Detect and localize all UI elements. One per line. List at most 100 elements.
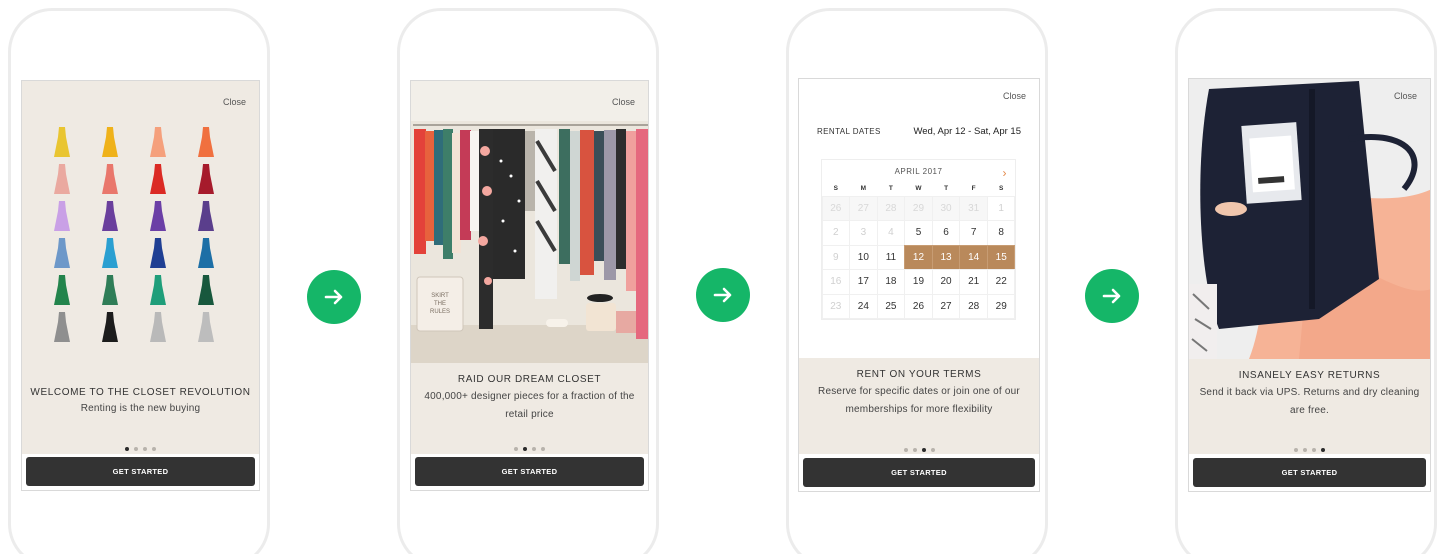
chevron-right-icon[interactable]: ›	[1003, 161, 1008, 185]
arrow-right-icon	[713, 287, 732, 303]
calendar-day: 2	[821, 220, 851, 246]
calendar-day: 29	[904, 195, 933, 221]
calendar-month-header: APRIL 2017 ›	[822, 160, 1015, 182]
page-dot-3[interactable]	[1312, 448, 1316, 452]
calendar-day[interactable]: 20	[931, 269, 961, 295]
phone-frame-1: Close WELCOME TO THE CLOSET REVOLUTION R…	[8, 8, 270, 554]
dress-thumbnail	[54, 127, 70, 157]
rental-dates-value[interactable]: Wed, Apr 12 - Sat, Apr 15	[913, 126, 1021, 137]
weekday-label: M	[860, 185, 867, 192]
calendar-weekday-header: SMTWTFS	[822, 182, 1015, 196]
dress-thumbnail	[54, 201, 70, 231]
page-indicator	[1189, 439, 1430, 457]
dress-thumbnail	[102, 201, 118, 231]
calendar-day[interactable]: 18	[876, 269, 906, 295]
calendar-day[interactable]: 27	[931, 293, 961, 319]
page-dot-2[interactable]	[523, 447, 527, 451]
calendar-day[interactable]: 26	[904, 293, 933, 319]
next-step-arrow-1	[307, 270, 361, 324]
page-indicator	[411, 438, 648, 456]
page-dot-2[interactable]	[134, 447, 138, 451]
dress-thumbnail	[198, 238, 214, 268]
calendar-day: 31	[959, 195, 988, 221]
calendar-day-selected[interactable]: 13	[931, 244, 961, 270]
page-dot-2[interactable]	[1303, 448, 1307, 452]
rental-dates-label: RENTAL DATES	[817, 127, 881, 136]
next-step-arrow-2	[696, 268, 750, 322]
get-started-button[interactable]: GET STARTED	[26, 457, 255, 486]
dress-thumbnail	[54, 275, 70, 305]
dress-thumbnail	[150, 201, 166, 231]
page-dot-4[interactable]	[1321, 448, 1325, 452]
calendar-day: 3	[849, 220, 878, 246]
calendar: APRIL 2017 › SMTWTFS 26 27 28 29 30 31 1 2 3 4 5 6 7…	[821, 159, 1016, 320]
caption-title: INSANELY EASY RETURNS	[1238, 370, 1381, 381]
calendar-day[interactable]: 17	[849, 269, 878, 295]
page-dot-1[interactable]	[514, 447, 518, 451]
page-dot-3[interactable]	[532, 447, 536, 451]
calendar-day[interactable]: 22	[986, 269, 1016, 295]
page-dot-3[interactable]	[921, 448, 926, 452]
caption-subtitle: 400,000+ designer pieces for a fraction …	[424, 391, 635, 420]
page-dot-1[interactable]	[125, 447, 129, 451]
caption-title: RAID OUR DREAM CLOSET	[457, 374, 602, 385]
get-started-button[interactable]: GET STARTED	[415, 457, 644, 486]
dress-thumbnail	[150, 127, 166, 157]
calendar-day-selected[interactable]: 15	[986, 244, 1016, 270]
close-button[interactable]: Close	[223, 97, 246, 107]
calendar-day: 28	[876, 195, 906, 221]
closet-rack-image: SKIRT THE RULES	[411, 81, 648, 363]
calendar-day[interactable]: 29	[986, 293, 1016, 319]
dress-thumbnail	[198, 127, 214, 157]
page-dot-2[interactable]	[912, 448, 917, 452]
onboarding-screen-calendar: Close RENTAL DATES Wed, Apr 12 - Sat, Ap…	[798, 78, 1040, 492]
calendar-day: 26	[821, 195, 851, 221]
closet-photo-illustration: SKIRT THE RULES	[411, 81, 648, 363]
dress-thumbnail	[150, 275, 166, 305]
phone-frame-3: Close RENTAL DATES Wed, Apr 12 - Sat, Ap…	[786, 8, 1048, 554]
calendar-day: 30	[931, 195, 961, 221]
calendar-day[interactable]: 8	[986, 220, 1016, 246]
rental-dates-row: RENTAL DATES Wed, Apr 12 - Sat, Apr 15	[817, 126, 1021, 137]
page-dot-4[interactable]	[152, 447, 156, 451]
calendar-day-selected[interactable]: 12	[904, 244, 933, 270]
dress-thumbnail	[54, 312, 70, 342]
page-indicator	[799, 439, 1039, 457]
calendar-day[interactable]: 24	[849, 293, 878, 319]
calendar-day[interactable]: 21	[959, 269, 988, 295]
caption-subtitle: Renting is the new buying	[80, 403, 201, 414]
calendar-day[interactable]: 19	[904, 269, 933, 295]
get-started-button[interactable]: GET STARTED	[1193, 458, 1426, 487]
calendar-day[interactable]: 11	[876, 244, 906, 270]
calendar-day[interactable]: 6	[931, 220, 961, 246]
calendar-day[interactable]: 25	[876, 293, 906, 319]
calendar-day[interactable]: 7	[959, 220, 988, 246]
calendar-day[interactable]: 28	[959, 293, 988, 319]
page-dot-4[interactable]	[930, 448, 935, 452]
calendar-day: 1	[986, 195, 1016, 221]
weekday-label: T	[944, 185, 949, 192]
dress-collection-illustration	[54, 127, 214, 342]
onboarding-screen-returns: Close INSANELY EASY RETURNS Send it back…	[1188, 78, 1431, 492]
close-button[interactable]: Close	[1394, 91, 1417, 101]
calendar-day: 9	[821, 244, 851, 270]
page-dot-4[interactable]	[541, 447, 545, 451]
dress-thumbnail	[102, 275, 118, 305]
calendar-day-selected[interactable]: 14	[959, 244, 988, 270]
dress-thumbnail	[54, 238, 70, 268]
arrow-right-icon	[324, 289, 343, 305]
page-dot-3[interactable]	[143, 447, 147, 451]
calendar-day[interactable]: 5	[904, 220, 933, 246]
page-dot-1[interactable]	[903, 448, 908, 452]
get-started-button[interactable]: GET STARTED	[803, 458, 1035, 487]
close-button[interactable]: Close	[1003, 91, 1026, 101]
dress-thumbnail	[198, 275, 214, 305]
phone-frame-2: SKIRT THE RULES Close RAID OUR DREAM CLOSE…	[397, 8, 659, 554]
page-dot-1[interactable]	[1294, 448, 1298, 452]
calendar-day: 4	[876, 220, 906, 246]
close-button[interactable]: Close	[612, 97, 635, 107]
caption-subtitle: Reserve for specific dates or join one o…	[818, 386, 1020, 415]
calendar-day[interactable]: 10	[849, 244, 878, 270]
caption-title: WELCOME TO THE CLOSET REVOLUTION	[30, 387, 251, 398]
weekday-label: W	[915, 185, 922, 192]
